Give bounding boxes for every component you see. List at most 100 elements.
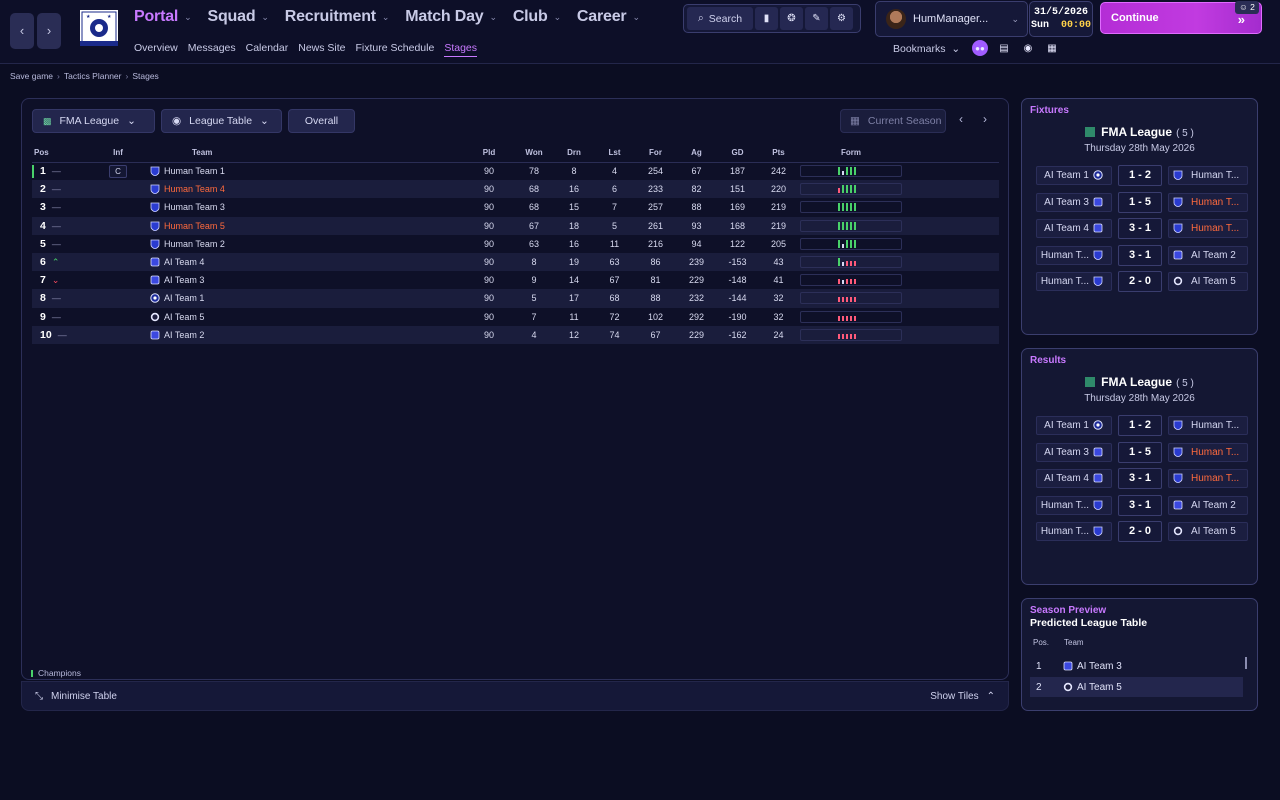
notification-badge[interactable]: ☺ 2 [1235,1,1259,14]
match-row[interactable]: AI Team 3 1 - 5 Human T... [1036,191,1248,213]
form-guide[interactable] [800,274,902,287]
home-team[interactable]: Human T... [1036,245,1112,265]
chat-icon[interactable]: ●● [972,40,988,56]
form-guide[interactable] [800,219,902,232]
breadcrumb-item[interactable]: Save game [10,71,53,81]
view-dropdown[interactable]: ◉ League Table ⌄ [161,109,282,133]
team-name[interactable]: AI Team 2 [164,330,204,340]
home-team[interactable]: AI Team 1 [1036,416,1112,435]
col-won[interactable]: Won [514,144,554,163]
club-crest-logo[interactable]: ★ ★ [76,8,122,50]
col-inf[interactable]: Inf [92,144,144,163]
table-row[interactable]: 2— Human Team 4 90 68 16 6 233 82 151 220 [32,180,999,199]
team-name[interactable]: Human Team 5 [164,221,225,231]
away-team[interactable]: Human T... [1168,442,1248,462]
subnav-stages[interactable]: Stages [444,42,478,57]
team-cell[interactable]: Human Team 1 [144,162,464,180]
away-team[interactable]: AI Team 2 [1168,495,1248,515]
table-row[interactable]: 10 — AI Team 2 90 4 12 74 67 229 -162 24 [32,325,999,344]
match-score[interactable]: 1 - 2 [1118,165,1162,186]
home-team[interactable]: AI Team 3 [1036,442,1112,462]
table-row[interactable]: 8— AI Team 1 90 5 17 68 88 232 -144 32 [32,289,999,308]
settings-button[interactable]: ⚙ [830,7,853,30]
team-name[interactable]: Human Team 1 [164,166,225,176]
clipboard-icon[interactable]: ▤ [996,40,1012,56]
brain-button[interactable]: ❂ [780,7,803,30]
home-team[interactable]: AI Team 4 [1036,469,1112,489]
col-form[interactable]: Form [799,144,903,163]
form-guide[interactable] [800,201,902,214]
home-team[interactable]: AI Team 4 [1036,219,1112,239]
home-team[interactable]: Human T... [1036,495,1112,515]
breadcrumb-item[interactable]: Tactics Planner [64,71,122,81]
team-cell[interactable]: AI Team 3 [144,271,464,289]
col-team[interactable]: Team [144,144,464,163]
match-score[interactable]: 3 - 1 [1118,244,1162,266]
ball-icon[interactable]: ◉ [1020,40,1036,56]
home-team[interactable]: Human T... [1036,272,1112,292]
team-cell[interactable]: Human Team 5 [144,216,464,235]
bookmarks-menu[interactable]: Bookmarks ⌄ [893,43,960,55]
away-team[interactable]: Human T... [1168,416,1248,435]
away-team[interactable]: Human T... [1168,192,1248,212]
match-row[interactable]: Human T... 3 - 1 AI Team 2 [1036,244,1248,266]
form-guide[interactable] [800,328,902,341]
form-guide[interactable] [800,292,902,305]
home-team[interactable]: AI Team 1 [1036,166,1112,185]
predicted-row[interactable]: 2 AI Team 5 [1030,677,1243,697]
col-drn[interactable]: Drn [554,144,594,163]
col-for[interactable]: For [635,144,676,163]
fixtures-panel[interactable]: Fixtures FMA League( 5 ) Thursday 28th M… [1021,98,1258,335]
away-team[interactable]: AI Team 5 [1168,522,1248,542]
match-row[interactable]: AI Team 3 1 - 5 Human T... [1036,441,1248,463]
manager-profile-button[interactable]: HumManager... ⌄ [875,1,1028,37]
match-score[interactable]: 1 - 2 [1118,415,1162,436]
table-row[interactable]: 6 ⌃ AI Team 4 90 8 19 63 86 239 -153 43 [32,252,999,272]
match-score[interactable]: 2 - 0 [1118,521,1162,543]
table-row[interactable]: 9— AI Team 5 90 7 11 72 102 292 -190 32 [32,308,999,326]
team-name[interactable]: AI Team 4 [164,257,204,267]
team-name[interactable]: Human Team 4 [164,184,225,194]
match-row[interactable]: Human T... 2 - 0 AI Team 5 [1036,521,1248,543]
team-cell[interactable]: AI Team 4 [144,252,464,272]
col-gd[interactable]: GD [717,144,758,163]
season-selector[interactable]: ▦ Current Season [840,109,946,133]
team-cell[interactable]: Human Team 3 [144,198,464,216]
forward-button[interactable]: › [37,13,61,49]
scrollbar[interactable] [1245,657,1247,669]
nav-squad[interactable]: Squad ⌄ [208,8,269,26]
competition-dropdown[interactable]: ▩ FMA League ⌄ [32,109,155,133]
team-name[interactable]: Human Team 2 [164,239,225,249]
team-cell[interactable]: AI Team 2 [144,325,464,344]
minimise-table-button[interactable]: ⤡ Minimise Table [35,691,117,702]
team-name[interactable]: AI Team 1 [164,293,204,303]
match-score[interactable]: 2 - 0 [1118,271,1162,293]
match-score[interactable]: 1 - 5 [1118,441,1162,463]
match-score[interactable]: 1 - 5 [1118,191,1162,213]
nav-match-day[interactable]: Match Day ⌄ [405,8,497,26]
overall-button[interactable]: Overall [288,109,355,133]
pen-button[interactable]: ✎ [805,7,828,30]
calendar-icon[interactable]: ▦ [1044,40,1060,56]
col-pos[interactable]: Pos [32,144,92,163]
subnav-fixture-schedule[interactable]: Fixture Schedule [356,42,435,57]
nav-recruitment[interactable]: Recruitment ⌄ [285,8,390,26]
table-row[interactable]: 4— Human Team 5 90 67 18 5 261 93 168 219 [32,216,999,235]
subnav-messages[interactable]: Messages [188,42,236,57]
col-lst[interactable]: Lst [594,144,635,163]
form-guide[interactable] [800,237,902,250]
team-cell[interactable]: Human Team 4 [144,180,464,199]
match-row[interactable]: AI Team 1 1 - 2 Human T... [1036,165,1248,186]
team-name[interactable]: AI Team 5 [164,312,204,322]
away-team[interactable]: Human T... [1168,219,1248,239]
away-team[interactable]: AI Team 2 [1168,245,1248,265]
match-row[interactable]: AI Team 1 1 - 2 Human T... [1036,415,1248,436]
team-cell[interactable]: AI Team 5 [144,308,464,326]
col-ag[interactable]: Ag [676,144,717,163]
match-row[interactable]: Human T... 2 - 0 AI Team 5 [1036,271,1248,293]
show-tiles-button[interactable]: Show Tiles ⌃ [930,691,995,702]
match-row[interactable]: AI Team 4 3 - 1 Human T... [1036,468,1248,490]
form-guide[interactable] [800,310,902,323]
match-row[interactable]: Human T... 3 - 1 AI Team 2 [1036,494,1248,516]
team-cell[interactable]: AI Team 1 [144,289,464,308]
